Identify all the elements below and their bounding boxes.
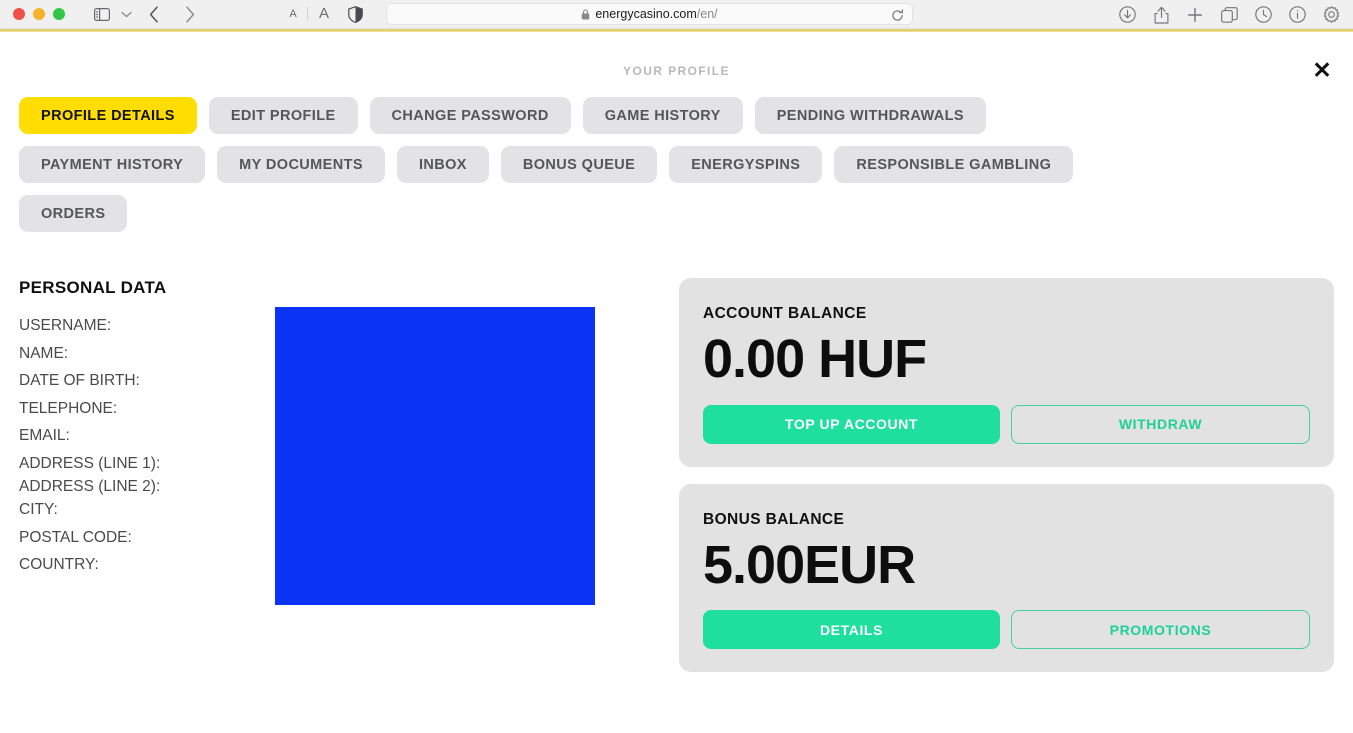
tab-energyspins[interactable]: ENERGYSPINS bbox=[669, 146, 823, 183]
sidebar-toggle-icon[interactable] bbox=[89, 3, 115, 25]
bonus-balance-actions: DETAILS PROMOTIONS bbox=[703, 610, 1310, 650]
tab-pending-withdrawals[interactable]: PENDING WITHDRAWALS bbox=[754, 97, 986, 134]
tab-game-history[interactable]: GAME HISTORY bbox=[582, 97, 743, 134]
zoom-window-button[interactable] bbox=[53, 8, 65, 20]
redacted-overlay bbox=[275, 307, 595, 605]
bonus-details-button[interactable]: DETAILS bbox=[703, 610, 1000, 650]
new-tab-icon[interactable] bbox=[1183, 4, 1207, 26]
tab-bonus-queue[interactable]: BONUS QUEUE bbox=[500, 146, 658, 183]
lock-icon bbox=[581, 8, 590, 20]
tab-orders[interactable]: ORDERS bbox=[19, 195, 128, 232]
personal-data-section: PERSONAL DATA USERNAME: NAME: DATE OF BIRT… bbox=[19, 278, 679, 672]
page-tools: A A bbox=[279, 3, 370, 25]
top-up-account-button[interactable]: TOP UP ACCOUNT bbox=[703, 404, 1000, 444]
withdraw-button[interactable]: WITHDRAW bbox=[1011, 404, 1310, 444]
profile-content: PERSONAL DATA USERNAME: NAME: DATE OF BIRT… bbox=[0, 278, 1353, 673]
profile-header: YOUR PROFILE ✕ bbox=[0, 32, 1353, 90]
profile-page: YOUR PROFILE ✕ PROFILE DETAILS EDIT PROFI… bbox=[0, 32, 1353, 733]
tab-edit-profile[interactable]: EDIT PROFILE bbox=[208, 97, 358, 134]
personal-data-title: PERSONAL DATA bbox=[19, 278, 167, 297]
tab-overview-icon[interactable] bbox=[1217, 4, 1241, 26]
chevron-down-icon[interactable] bbox=[117, 3, 135, 25]
account-balance-actions: TOP UP ACCOUNT WITHDRAW bbox=[703, 404, 1310, 444]
tab-profile-details[interactable]: PROFILE DETAILS bbox=[19, 97, 197, 134]
account-balance-title: ACCOUNT BALANCE bbox=[703, 305, 867, 322]
tab-inbox[interactable]: INBOX bbox=[396, 146, 489, 183]
page-title: YOUR PROFILE bbox=[623, 64, 730, 78]
close-window-button[interactable] bbox=[13, 8, 25, 20]
back-arrow-icon[interactable] bbox=[137, 3, 171, 25]
tab-my-documents[interactable]: MY DOCUMENTS bbox=[217, 146, 385, 183]
promotions-button[interactable]: PROMOTIONS bbox=[1011, 610, 1310, 650]
tab-responsible-gambling[interactable]: RESPONSIBLE GAMBLING bbox=[834, 146, 1074, 183]
reload-icon[interactable] bbox=[888, 6, 906, 24]
share-icon[interactable] bbox=[1149, 4, 1173, 26]
browser-toolbar: A A energycasino.com/en/ bbox=[0, 0, 1353, 29]
bonus-balance-amount: 5.00EUR bbox=[703, 534, 916, 595]
minimize-window-button[interactable] bbox=[33, 8, 45, 20]
address-bar[interactable]: energycasino.com/en/ bbox=[386, 3, 913, 25]
bonus-balance-title: BONUS BALANCE bbox=[703, 510, 845, 528]
info-icon[interactable] bbox=[1285, 4, 1309, 26]
download-icon[interactable] bbox=[1115, 4, 1139, 26]
tab-payment-history[interactable]: PAYMENT HISTORY bbox=[19, 146, 206, 183]
settings-gear-icon[interactable] bbox=[1319, 4, 1343, 26]
history-icon[interactable] bbox=[1251, 4, 1275, 26]
privacy-shield-icon[interactable] bbox=[340, 3, 370, 25]
browser-toolbar-right bbox=[1115, 0, 1343, 29]
tab-change-password[interactable]: CHANGE PASSWORD bbox=[369, 97, 571, 134]
profile-tab-list: PROFILE DETAILS EDIT PROFILE CHANGE PASSWO… bbox=[0, 90, 1200, 232]
balance-column: ACCOUNT BALANCE 0.00 HUF TOP UP ACCOUNT … bbox=[679, 278, 1334, 673]
navigation-controls bbox=[89, 3, 207, 25]
url-host: energycasino.com bbox=[595, 7, 697, 21]
increase-text-size-button[interactable]: A bbox=[308, 3, 340, 25]
bonus-balance-card: BONUS BALANCE 5.00EUR DETAILS PROMOTIONS bbox=[679, 483, 1334, 673]
url-path: /en/ bbox=[696, 7, 718, 21]
close-modal-button[interactable]: ✕ bbox=[1308, 56, 1336, 84]
forward-arrow-icon[interactable] bbox=[173, 3, 207, 25]
window-traffic-lights bbox=[0, 8, 65, 20]
decrease-text-size-button[interactable]: A bbox=[279, 3, 307, 25]
account-balance-amount: 0.00 HUF bbox=[703, 329, 927, 389]
account-balance-card: ACCOUNT BALANCE 0.00 HUF TOP UP ACCOUNT … bbox=[679, 278, 1334, 467]
